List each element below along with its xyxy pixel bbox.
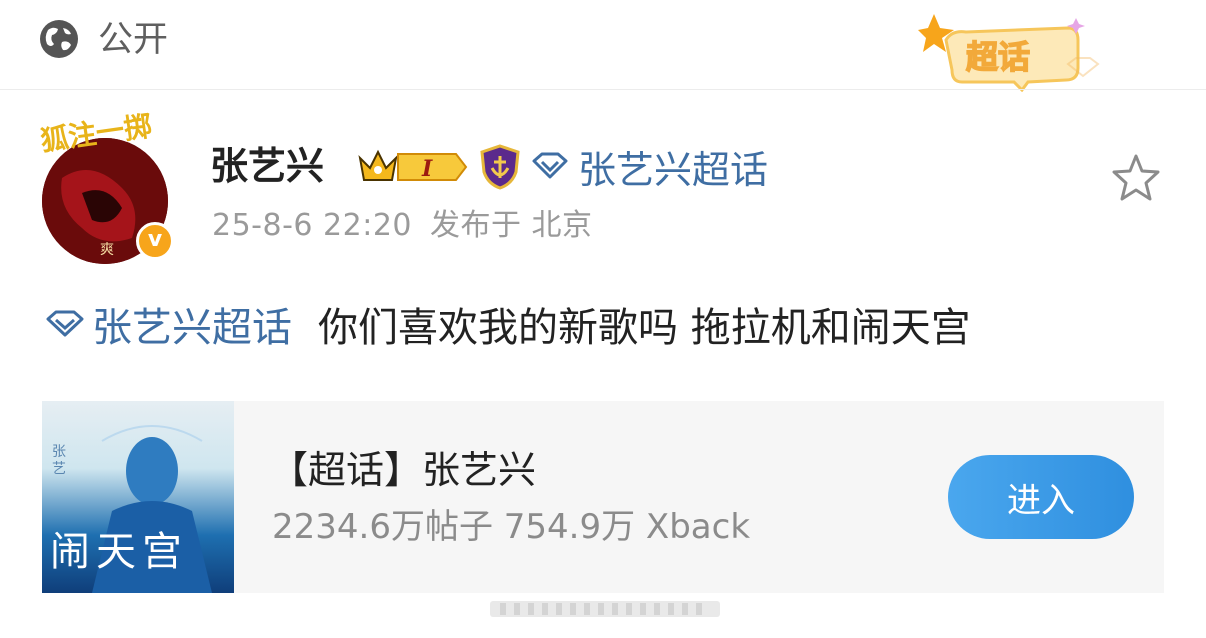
supertopic-card[interactable]: 张 艺 闹天宫 【超话】张艺兴 2234.6万帖子 754.9万 Xback 进… [42, 401, 1164, 593]
diamond-icon [46, 310, 84, 337]
cover-title: 闹天宫 [50, 529, 188, 575]
verified-badge-letter: v [147, 227, 163, 252]
divider [0, 89, 1206, 90]
verified-badge: v [136, 222, 174, 260]
svg-text:张: 张 [52, 444, 66, 460]
post-meta: 25-8-6 22:20 发布于 北京 [212, 205, 593, 247]
sticker-label: 超话 [966, 38, 1030, 76]
body-topic-link[interactable]: 张艺兴超话 [92, 295, 292, 353]
visibility-label[interactable]: 公开 [98, 18, 168, 62]
crown-level-badge[interactable]: I [356, 146, 470, 188]
post-timestamp: 25-8-6 22:20 [212, 208, 412, 243]
visibility-bar: 公开 超话 [0, 0, 1206, 92]
supertopic-sticker[interactable]: 超话 [918, 10, 1100, 92]
card-stats: 2234.6万帖子 754.9万 Xback [272, 507, 751, 547]
diamond-icon [532, 152, 568, 179]
svg-text:艺: 艺 [52, 461, 66, 477]
enter-button[interactable]: 进入 [948, 455, 1134, 539]
fan-shield-icon[interactable] [478, 144, 522, 190]
favorite-star-icon[interactable] [1110, 152, 1162, 204]
supertopic-link[interactable]: 张艺兴超话 [530, 140, 768, 192]
body-text: 你们喜欢我的新歌吗 拖拉机和闹天宫 [318, 305, 971, 351]
card-title[interactable]: 【超话】张艺兴 [270, 445, 536, 495]
svg-text:爽: 爽 [100, 242, 114, 258]
post-body: 张艺兴超话 你们喜欢我的新歌吗 拖拉机和闹天宫 [44, 296, 971, 352]
card-cover-image: 张 艺 闹天宫 [42, 401, 234, 593]
author-avatar[interactable]: 爽 狐注一掷 v [38, 109, 178, 264]
supertopic-name[interactable]: 张艺兴超话 [578, 139, 768, 194]
blurred-watermark [490, 601, 720, 617]
author-name[interactable]: 张艺兴 [210, 142, 324, 190]
globe-icon [40, 20, 78, 58]
post-location: 发布于 北京 [430, 208, 593, 243]
level-badge-text: I [421, 156, 433, 182]
